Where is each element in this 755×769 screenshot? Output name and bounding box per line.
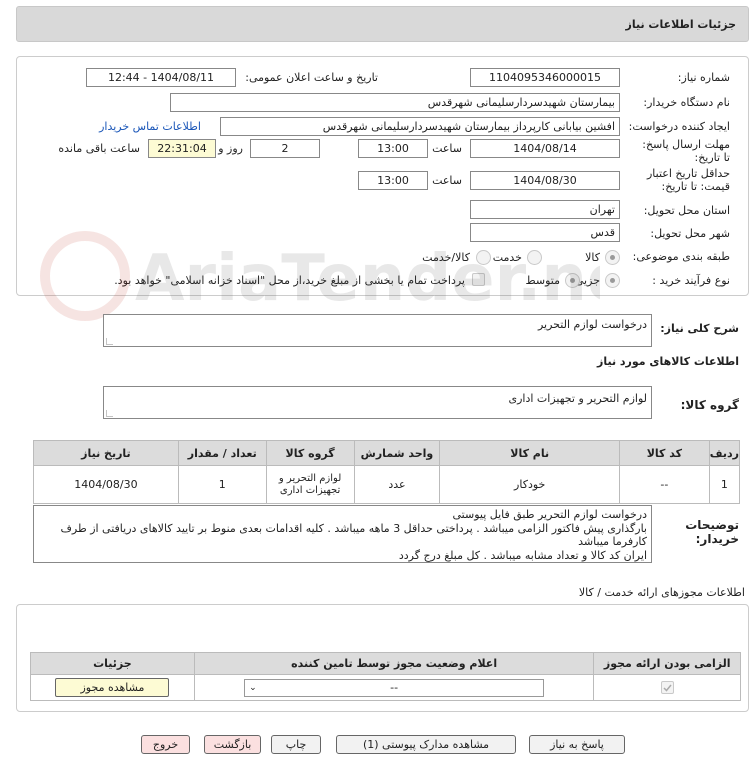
table-row: 1 -- خودکار عدد لوازم التحریر و تجهیزات …: [33, 465, 741, 504]
col-group: گروه کالا: [265, 440, 355, 466]
col-row: ردیف: [708, 440, 741, 466]
category-goods-service-radio[interactable]: [476, 250, 491, 265]
cell-unit: عدد: [353, 465, 441, 504]
col-permit-details: جزئیات: [30, 652, 195, 675]
chevron-down-icon: ⌄: [249, 682, 257, 693]
creator-field: افشین بیابانی کارپرداز بیمارستان شهیدسرد…: [220, 117, 620, 136]
category-label: طبقه بندی موضوعی:: [632, 250, 730, 263]
goods-info-heading: اطلاعات کالاهای مورد نیاز: [597, 355, 739, 368]
print-button[interactable]: چاپ: [271, 735, 321, 754]
cell-row: 1: [708, 465, 741, 504]
category-goods-label: کالا: [585, 251, 600, 264]
category-service-radio[interactable]: [527, 250, 542, 265]
summary-text: درخواست لوازم التحریر: [537, 318, 647, 331]
time-remaining-label: ساعت باقی مانده: [58, 142, 140, 155]
permits-heading: اطلاعات مجوزهای ارائه خدمت / کالا: [578, 586, 745, 599]
process-medium-label: متوسط: [525, 274, 560, 287]
resize-grip-icon: [106, 410, 113, 417]
check-icon: [663, 684, 672, 692]
province-label: استان محل تحویل:: [643, 204, 730, 217]
announce-date-label: تاریخ و ساعت اعلان عمومی:: [245, 71, 378, 84]
goods-table: ردیف کد کالا نام کالا واحد شمارش گروه کا…: [33, 440, 741, 504]
buyer-notes-line-3: ایران کد کالا و تعداد مشابه میباشد . کل …: [398, 548, 647, 562]
validity-time-label: ساعت: [432, 174, 462, 187]
treasury-payment-note: پرداخت تمام یا بخشی از مبلغ خرید،از محل …: [114, 274, 465, 287]
process-partial-radio[interactable]: [605, 273, 620, 288]
attachments-button[interactable]: مشاهده مدارک پیوستی (1): [336, 735, 516, 754]
treasury-payment-checkbox[interactable]: [472, 273, 485, 286]
buyer-org-field: بیمارستان شهیدسردارسلیمانی شهرقدس: [170, 93, 620, 112]
goods-group-label: گروه کالا:: [680, 398, 739, 412]
cell-quantity: 1: [177, 465, 267, 504]
page-title: جزئیات اطلاعات نیاز: [625, 18, 737, 31]
back-button[interactable]: بازگشت: [204, 735, 261, 754]
exit-button[interactable]: خروج: [141, 735, 190, 754]
city-label: شهر محل تحویل:: [650, 227, 730, 240]
col-unit: واحد شمارش: [353, 440, 441, 466]
need-number-field: 1104095346000015: [470, 68, 620, 87]
col-quantity: تعداد / مقدار: [177, 440, 267, 466]
goods-group-text: لوازم التحریر و تجهیزات اداری: [508, 392, 647, 405]
buyer-notes-line-1: درخواست لوازم التحریر طبق فایل پیوستی: [452, 508, 647, 521]
category-goods-service-label: کالا/خدمت: [422, 251, 470, 264]
creator-label: ایجاد کننده درخواست:: [628, 120, 730, 133]
buyer-org-label: نام دستگاه خریدار:: [643, 96, 730, 109]
permit-status-select[interactable]: -- ⌄: [244, 678, 545, 697]
process-type-label: نوع فرآیند خرید :: [652, 274, 730, 287]
table-row: -- ⌄ مشاهده مجوز: [30, 674, 741, 701]
days-remaining-field: 2: [250, 139, 320, 158]
view-permit-button[interactable]: مشاهده مجوز: [55, 678, 170, 697]
col-need-date: تاریخ نیاز: [33, 440, 179, 466]
need-number-label: شماره نیاز:: [677, 71, 730, 84]
deadline-time-label: ساعت: [432, 142, 462, 155]
col-name: نام کالا: [439, 440, 620, 466]
category-goods-radio[interactable]: [605, 250, 620, 265]
resize-grip-icon: [106, 338, 113, 345]
city-field: قدس: [470, 223, 620, 242]
province-field: تهران: [470, 200, 620, 219]
col-code: کد کالا: [618, 440, 710, 466]
buyer-contact-link[interactable]: اطلاعات تماس خریدار: [99, 120, 201, 133]
cell-code: --: [618, 465, 710, 504]
validity-label: حداقل تاریخ اعتبار قیمت: تا تاریخ:: [646, 167, 730, 193]
need-details-panel: شماره نیاز: 1104095346000015 تاریخ و ساع…: [16, 56, 749, 296]
time-remaining-field: 22:31:04: [148, 139, 216, 158]
summary-textarea[interactable]: درخواست لوازم التحریر: [103, 314, 652, 347]
deadline-date-field: 1404/08/14: [470, 139, 620, 158]
days-label: روز و: [218, 142, 243, 155]
col-permit-status: اعلام وضعیت مجوز توسط تامین کننده: [193, 652, 595, 675]
buyer-notes-textarea[interactable]: درخواست لوازم التحریر طبق فایل پیوستی با…: [33, 505, 652, 563]
validity-date-field: 1404/08/30: [470, 171, 620, 190]
permit-status-value: --: [390, 680, 399, 694]
permit-required-checkbox: [660, 681, 674, 695]
title-bar: جزئیات اطلاعات نیاز: [16, 6, 749, 42]
validity-time-field: 13:00: [358, 171, 428, 190]
reply-button[interactable]: پاسخ به نیاز: [529, 735, 625, 754]
category-service-label: خدمت: [492, 251, 522, 264]
permits-table: الزامی بودن ارائه مجوز اعلام وضعیت مجوز …: [30, 652, 741, 701]
buyer-notes-label: توضیحات خریدار:: [685, 518, 739, 546]
announce-date-field: 1404/08/11 - 12:44: [86, 68, 236, 87]
deadline-time-field: 13:00: [358, 139, 428, 158]
deadline-label: مهلت ارسال پاسخ: تا تاریخ:: [642, 138, 730, 164]
cell-group: لوازم التحریر و تجهیزات اداری: [265, 465, 355, 504]
page: جزئیات اطلاعات نیاز شماره نیاز: 11040953…: [0, 0, 755, 769]
summary-label: شرح کلی نیاز:: [660, 322, 739, 335]
col-permit-required: الزامی بودن ارائه مجوز: [593, 652, 741, 675]
cell-need-date: 1404/08/30: [33, 465, 179, 504]
cell-name: خودکار: [439, 465, 620, 504]
buyer-notes-line-2: بارگذاری پیش فاکتور الزامی میباشد . پردا…: [60, 521, 647, 549]
process-medium-radio[interactable]: [565, 273, 580, 288]
goods-group-textarea[interactable]: لوازم التحریر و تجهیزات اداری: [103, 386, 652, 419]
